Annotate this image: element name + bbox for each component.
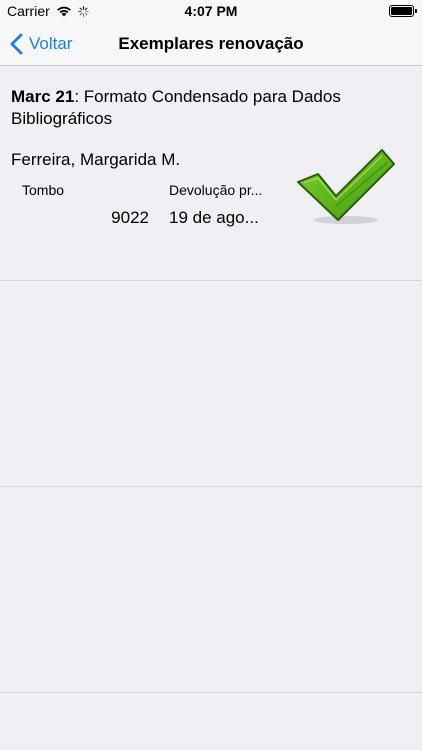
renewal-list: Marc 21: Formato Condensado para Dados B…	[0, 66, 422, 750]
tombo-header: Tombo	[22, 182, 65, 198]
item-title: Marc 21: Formato Condensado para Dados B…	[11, 86, 371, 130]
status-right	[389, 5, 417, 17]
item-title-bold: Marc 21	[11, 87, 75, 106]
battery-icon	[389, 5, 417, 17]
tombo-value: 9022	[111, 208, 149, 227]
item-author: Ferreira, Margarida M.	[11, 150, 181, 169]
navigation-bar: Voltar Exemplares renovação	[0, 22, 422, 66]
return-date-value: 19 de ago...	[169, 208, 259, 227]
page-title: Exemplares renovação	[118, 34, 304, 53]
list-item-empty	[0, 487, 422, 693]
status-bar: Carrier 4:07 PM	[0, 0, 422, 22]
status-time: 4:07 PM	[184, 3, 238, 19]
checkmark-icon	[297, 149, 395, 224]
list-item[interactable]: Marc 21: Formato Condensado para Dados B…	[0, 66, 422, 281]
list-item-empty	[0, 281, 422, 487]
return-date-header: Devolução pr...	[169, 182, 263, 198]
